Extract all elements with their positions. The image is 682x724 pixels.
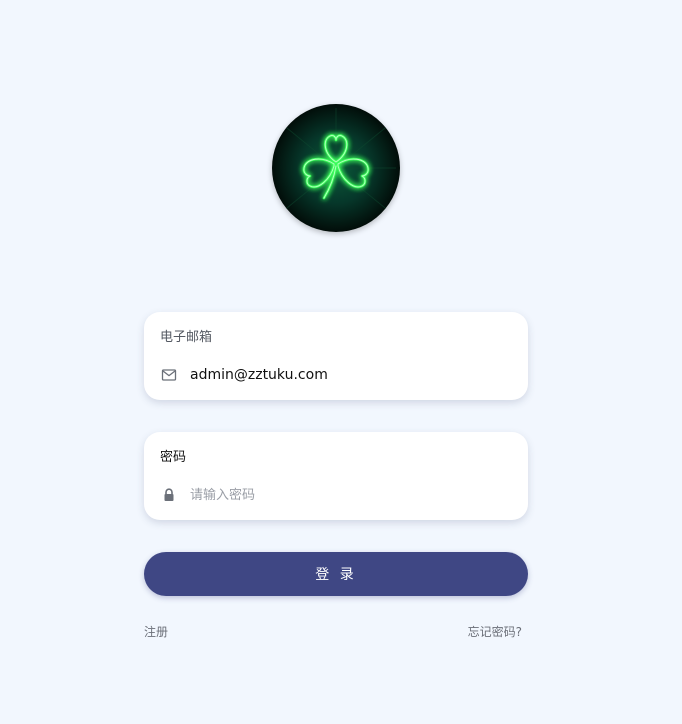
- password-card: 密码: [144, 432, 528, 520]
- email-input[interactable]: [190, 364, 510, 386]
- password-label: 密码: [160, 450, 187, 465]
- lock-icon: [161, 487, 177, 503]
- neon-clover-icon: [272, 104, 400, 232]
- password-input[interactable]: [190, 484, 510, 506]
- mail-icon: [161, 367, 177, 383]
- app-logo: [272, 104, 400, 232]
- email-label: 电子邮箱: [160, 330, 213, 345]
- login-button[interactable]: 登 录: [144, 552, 528, 596]
- register-link[interactable]: 注册: [144, 625, 168, 639]
- forgot-password-link[interactable]: 忘记密码?: [468, 625, 522, 639]
- email-card: 电子邮箱: [144, 312, 528, 400]
